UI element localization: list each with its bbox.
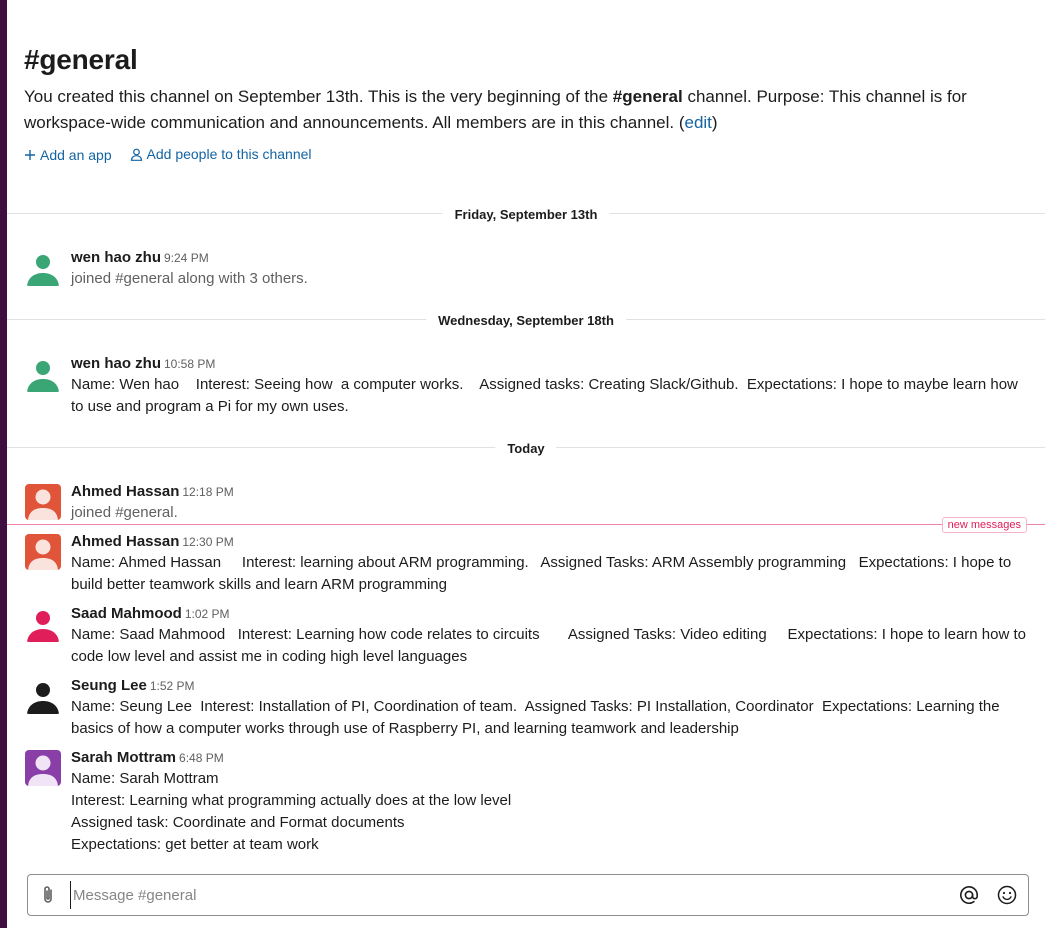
intro-text-prefix: You created this channel on September 13… xyxy=(24,87,613,106)
plus-icon xyxy=(25,149,35,160)
add-app-button[interactable]: Add an app xyxy=(24,147,112,163)
add-people-label: Add people to this channel xyxy=(146,146,312,162)
message-text: joined #general along with 3 others. xyxy=(71,270,308,287)
message-item: Sarah Mottram 6:48 PM Name: Sarah Mottram… xyxy=(25,748,1030,856)
avatar[interactable] xyxy=(25,250,61,286)
day-label: Friday, September 13th xyxy=(442,207,610,222)
channel-messages-pane: #general You created this channel on Sep… xyxy=(7,0,1045,928)
message-text: Name: Seung Lee Interest: Installation o… xyxy=(71,698,1004,737)
message-timestamp[interactable]: 12:18 PM xyxy=(182,485,233,499)
message-author[interactable]: Ahmed Hassan xyxy=(71,533,179,550)
message-item: Ahmed Hassan 12:18 PM joined #general. xyxy=(25,482,1030,524)
message-author[interactable]: Saad Mahmood xyxy=(71,605,182,622)
message-timestamp[interactable]: 1:02 PM xyxy=(185,607,230,621)
message-text: Name: Sarah Mottram Interest: Learning w… xyxy=(71,770,512,853)
intro-actions: Add an app Add people to this channel xyxy=(24,146,1024,164)
message-author[interactable]: Sarah Mottram xyxy=(71,749,176,766)
channel-title: #general xyxy=(24,44,138,75)
new-messages-divider xyxy=(7,524,1045,525)
message-item: Ahmed Hassan 12:30 PM Name: Ahmed Hassan … xyxy=(25,532,1030,596)
avatar[interactable] xyxy=(25,534,61,570)
avatar[interactable] xyxy=(25,484,61,520)
message-composer xyxy=(27,874,1029,916)
intro-channel-name: #general xyxy=(612,87,683,106)
message-header: Ahmed Hassan 12:30 PM xyxy=(71,532,1030,552)
new-messages-badge[interactable]: new messages xyxy=(941,517,1027,533)
day-label: Wednesday, September 18th xyxy=(426,313,626,328)
avatar[interactable] xyxy=(25,750,61,786)
message-author[interactable]: wen hao zhu xyxy=(71,249,161,266)
message-item: Saad Mahmood 1:02 PM Name: Saad Mahmood I… xyxy=(25,604,1030,668)
message-body: wen hao zhu 10:58 PM Name: Wen hao Intere… xyxy=(71,354,1030,418)
attach-button[interactable] xyxy=(38,884,58,906)
emoji-icon xyxy=(997,885,1017,905)
message-header: Ahmed Hassan 12:18 PM xyxy=(71,482,1030,502)
avatar[interactable] xyxy=(25,356,61,392)
message-text: Name: Wen hao Interest: Seeing how a com… xyxy=(71,376,1023,415)
message-body: Sarah Mottram 6:48 PM Name: Sarah Mottram… xyxy=(71,748,1030,856)
add-app-label: Add an app xyxy=(40,146,112,163)
channel-intro-text: You created this channel on September 13… xyxy=(24,84,1014,136)
message-timestamp[interactable]: 1:52 PM xyxy=(150,679,195,693)
message-text: Name: Ahmed Hassan Interest: learning ab… xyxy=(71,554,1016,593)
message-header: Seung Lee 1:52 PM xyxy=(71,676,1030,696)
channel-intro: #general You created this channel on Sep… xyxy=(24,44,1024,164)
mention-button[interactable] xyxy=(958,884,980,906)
emoji-button[interactable] xyxy=(996,884,1018,906)
add-people-button[interactable]: Add people to this channel xyxy=(130,146,312,162)
edit-purpose-link[interactable]: edit xyxy=(685,113,712,132)
message-timestamp[interactable]: 6:48 PM xyxy=(179,751,224,765)
message-timestamp[interactable]: 12:30 PM xyxy=(182,535,233,549)
intro-text-close: ) xyxy=(711,113,718,132)
message-body: Ahmed Hassan 12:18 PM joined #general. xyxy=(71,482,1030,524)
message-timestamp[interactable]: 9:24 PM xyxy=(164,251,209,265)
message-body: Ahmed Hassan 12:30 PM Name: Ahmed Hassan … xyxy=(71,532,1030,596)
message-text: Name: Saad Mahmood Interest: Learning ho… xyxy=(71,626,1031,665)
message-author[interactable]: Seung Lee xyxy=(71,677,147,694)
message-header: Sarah Mottram 6:48 PM xyxy=(71,748,1030,768)
message-item: wen hao zhu 9:24 PM joined #general along… xyxy=(25,248,1030,290)
message-body: wen hao zhu 9:24 PM joined #general along… xyxy=(71,248,1030,290)
message-author[interactable]: Ahmed Hassan xyxy=(71,483,179,500)
message-body: Seung Lee 1:52 PM Name: Seung Lee Interes… xyxy=(71,676,1030,740)
paperclip-icon xyxy=(44,886,52,903)
at-sign-icon xyxy=(960,886,978,904)
message-header: wen hao zhu 9:24 PM xyxy=(71,248,1030,268)
person-icon xyxy=(130,148,142,161)
day-label: Today xyxy=(495,441,557,456)
message-author[interactable]: wen hao zhu xyxy=(71,355,161,372)
workspace-sidebar-edge xyxy=(0,0,7,928)
message-item: Seung Lee 1:52 PM Name: Seung Lee Interes… xyxy=(25,676,1030,740)
message-item: wen hao zhu 10:58 PM Name: Wen hao Intere… xyxy=(25,354,1030,418)
message-header: wen hao zhu 10:58 PM xyxy=(71,354,1030,374)
message-text: joined #general. xyxy=(71,504,178,521)
message-header: Saad Mahmood 1:02 PM xyxy=(71,604,1030,624)
message-body: Saad Mahmood 1:02 PM Name: Saad Mahmood I… xyxy=(71,604,1030,668)
avatar[interactable] xyxy=(25,678,61,714)
avatar[interactable] xyxy=(25,606,61,642)
message-timestamp[interactable]: 10:58 PM xyxy=(164,357,215,371)
message-input[interactable] xyxy=(70,881,935,909)
